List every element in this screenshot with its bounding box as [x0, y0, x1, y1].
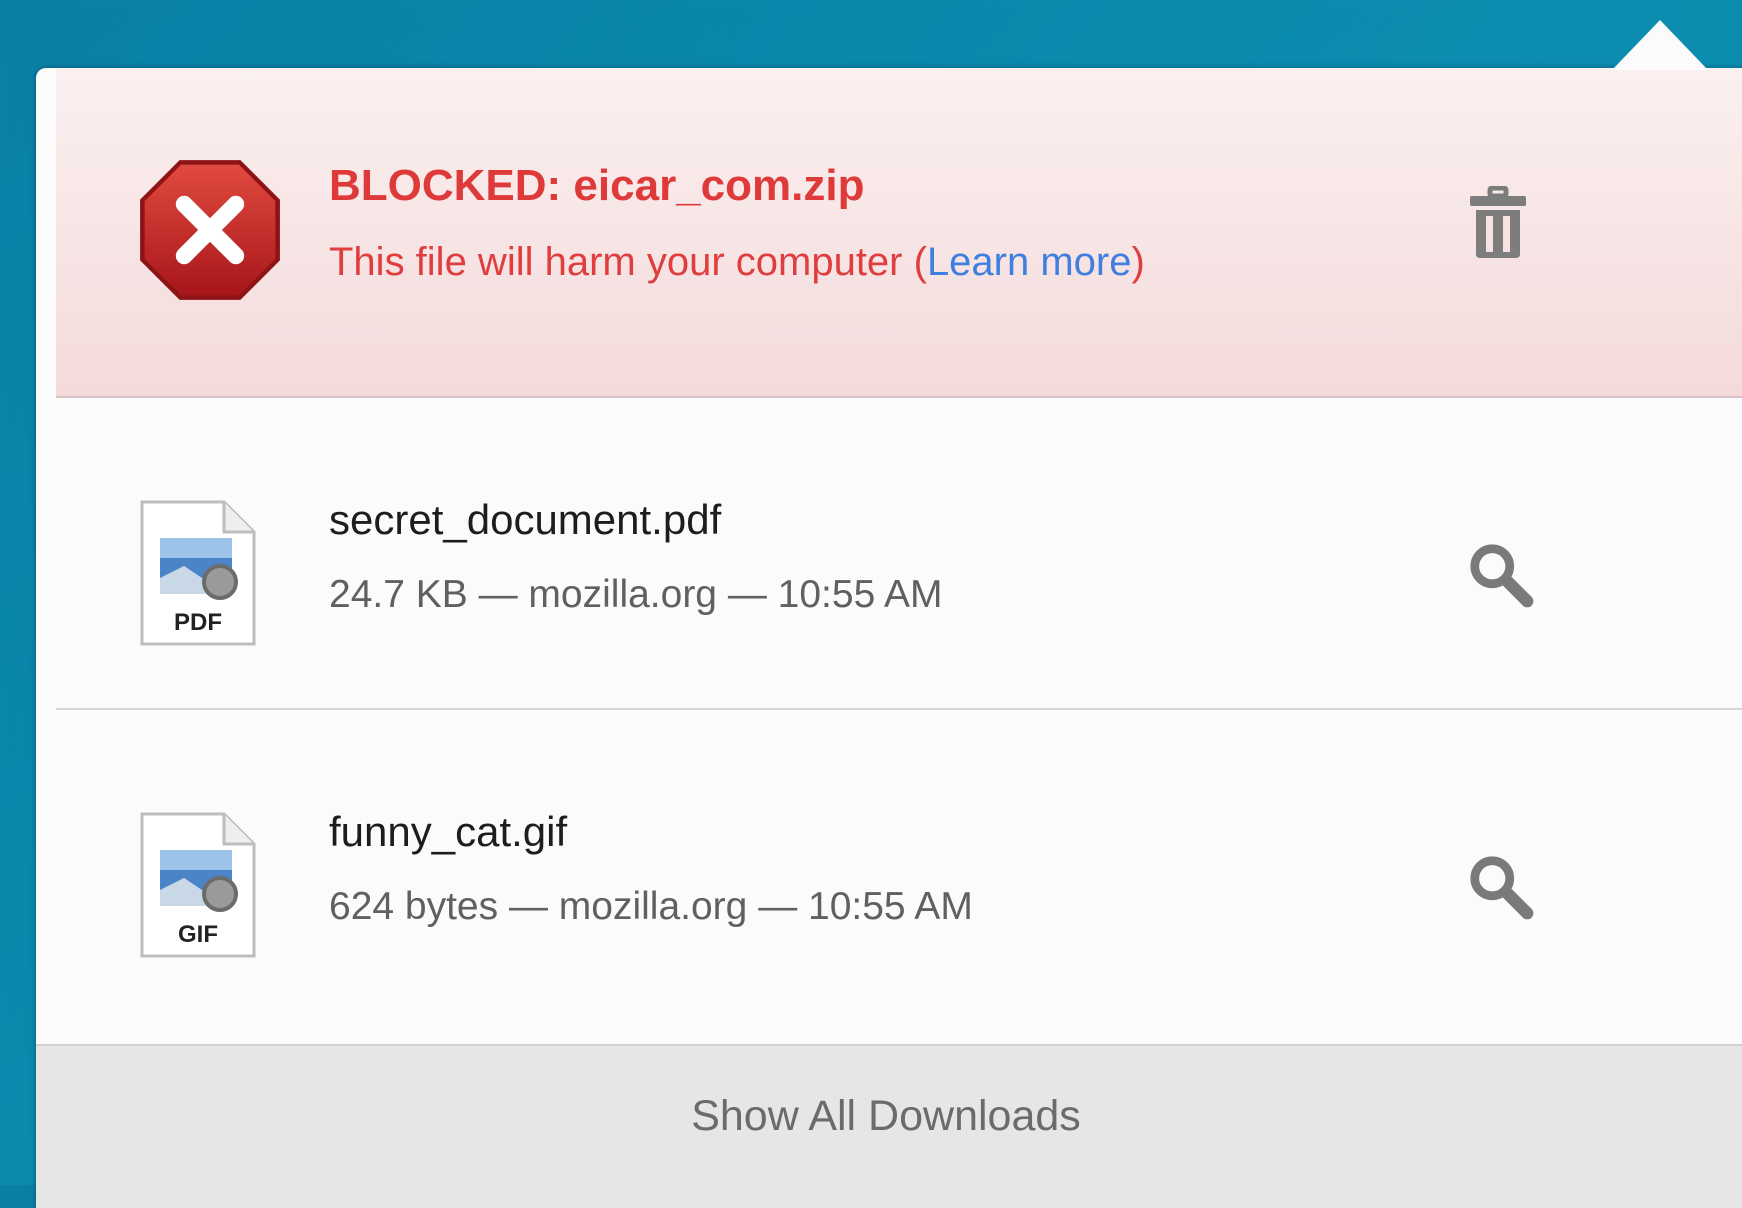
blocked-download-item[interactable]: BLOCKED: eicar_com.zip This file will ha…	[56, 68, 1742, 398]
blocked-message-suffix: )	[1131, 240, 1145, 284]
show-all-downloads-button[interactable]: Show All Downloads	[36, 1046, 1736, 1186]
download-file-meta: 624 bytes — mozilla.org — 10:55 AM	[329, 885, 973, 928]
search-icon[interactable]	[1466, 852, 1536, 922]
download-item[interactable]: GIF funny_cat.gif 624 bytes — mozilla.or…	[56, 710, 1742, 1020]
blocked-warning-message: This file will harm your computer (Learn…	[329, 240, 1145, 285]
gif-file-icon: GIF	[140, 812, 256, 958]
panel-arrow	[1612, 20, 1708, 70]
download-item[interactable]: PDF secret_document.pdf 24.7 KB — mozill…	[56, 398, 1742, 710]
pdf-file-icon: PDF	[140, 500, 256, 646]
search-icon[interactable]	[1466, 540, 1536, 610]
learn-more-link[interactable]: Learn more	[927, 240, 1132, 284]
downloads-panel: BLOCKED: eicar_com.zip This file will ha…	[36, 68, 1742, 1208]
trash-icon[interactable]	[1466, 186, 1530, 262]
file-type-label: GIF	[178, 921, 218, 948]
download-file-name: funny_cat.gif	[329, 808, 568, 855]
download-file-meta: 24.7 KB — mozilla.org — 10:55 AM	[329, 573, 943, 616]
blocked-file-title: BLOCKED: eicar_com.zip	[329, 161, 865, 210]
file-type-label: PDF	[174, 609, 222, 636]
stop-icon	[140, 160, 280, 300]
downloads-footer: Show All Downloads	[36, 1044, 1742, 1208]
download-file-name: secret_document.pdf	[329, 496, 722, 543]
blocked-message-prefix: This file will harm your computer (	[329, 240, 927, 284]
